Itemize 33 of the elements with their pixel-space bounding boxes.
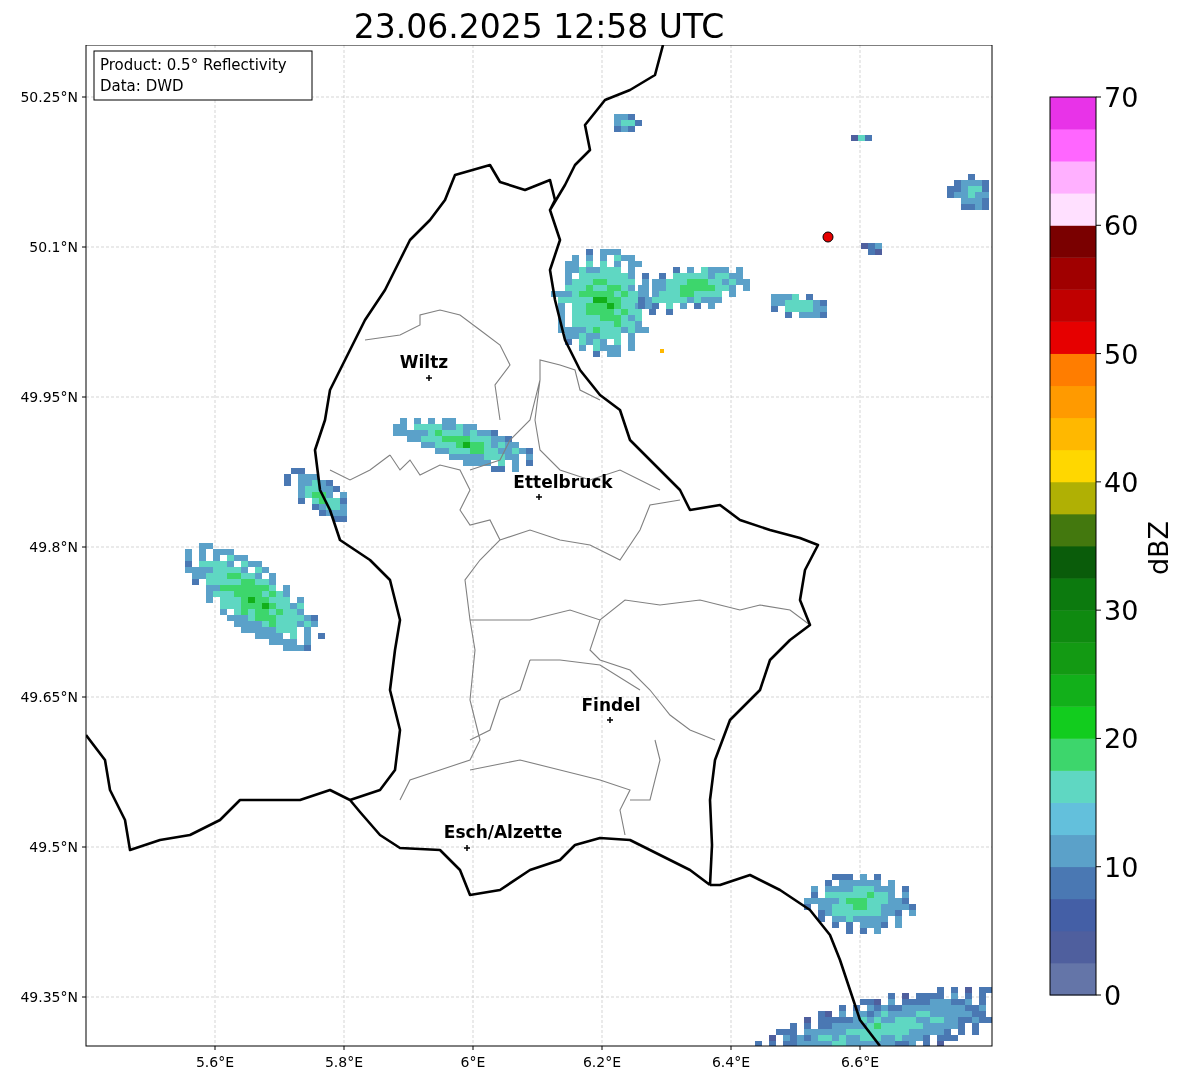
colorbar-tick-label: 40 — [1104, 466, 1139, 498]
axis-tick-label: 49.95°N — [20, 389, 78, 405]
colorbar-tick-label: 30 — [1104, 595, 1139, 627]
axis-tick-label: 49.5°N — [29, 839, 78, 855]
plus-marker-icon — [463, 844, 471, 852]
axis-tick-label: 49.35°N — [20, 989, 78, 1005]
city-label: Findel — [581, 695, 641, 715]
axis-tick-label: 49.8°N — [29, 539, 78, 555]
radar-site-marker — [822, 231, 834, 243]
axis-tick-label: 6°E — [460, 1054, 486, 1070]
axis-tick-label: 6.4°E — [711, 1054, 751, 1070]
plus-marker-icon — [606, 716, 614, 724]
axis-tick-label: 49.65°N — [20, 689, 78, 705]
colorbar-tick-label: 50 — [1104, 338, 1139, 370]
colorbar-tick-label: 70 — [1104, 82, 1139, 113]
info-box: Product: 0.5° Reflectivity Data: DWD — [93, 50, 313, 101]
colorbar-tick-label: 60 — [1104, 210, 1139, 242]
city-label: Wiltz — [399, 352, 449, 372]
axis-tick-label: 5.6°E — [195, 1054, 235, 1070]
plus-marker-icon — [535, 493, 543, 501]
axis-tick-label: 6.2°E — [582, 1054, 622, 1070]
colorbar-tick-label: 10 — [1104, 851, 1139, 883]
chart-title: 23.06.2025 12:58 UTC — [353, 8, 725, 45]
axis-tick-label: 50.1°N — [29, 239, 78, 255]
city-label: Esch/Alzette — [443, 822, 563, 842]
axis-tick-label: 5.8°E — [324, 1054, 364, 1070]
axis-tick-label: 6.6°E — [840, 1054, 880, 1070]
colorbar-tick-label: 0 — [1104, 980, 1122, 1011]
axis-tick-label: 50.25°N — [20, 89, 78, 105]
city-label: Ettelbruck — [513, 472, 613, 492]
plus-marker-icon — [425, 374, 433, 382]
colorbar-label: dBZ — [1143, 520, 1174, 576]
colorbar-tick-label: 20 — [1104, 723, 1139, 755]
